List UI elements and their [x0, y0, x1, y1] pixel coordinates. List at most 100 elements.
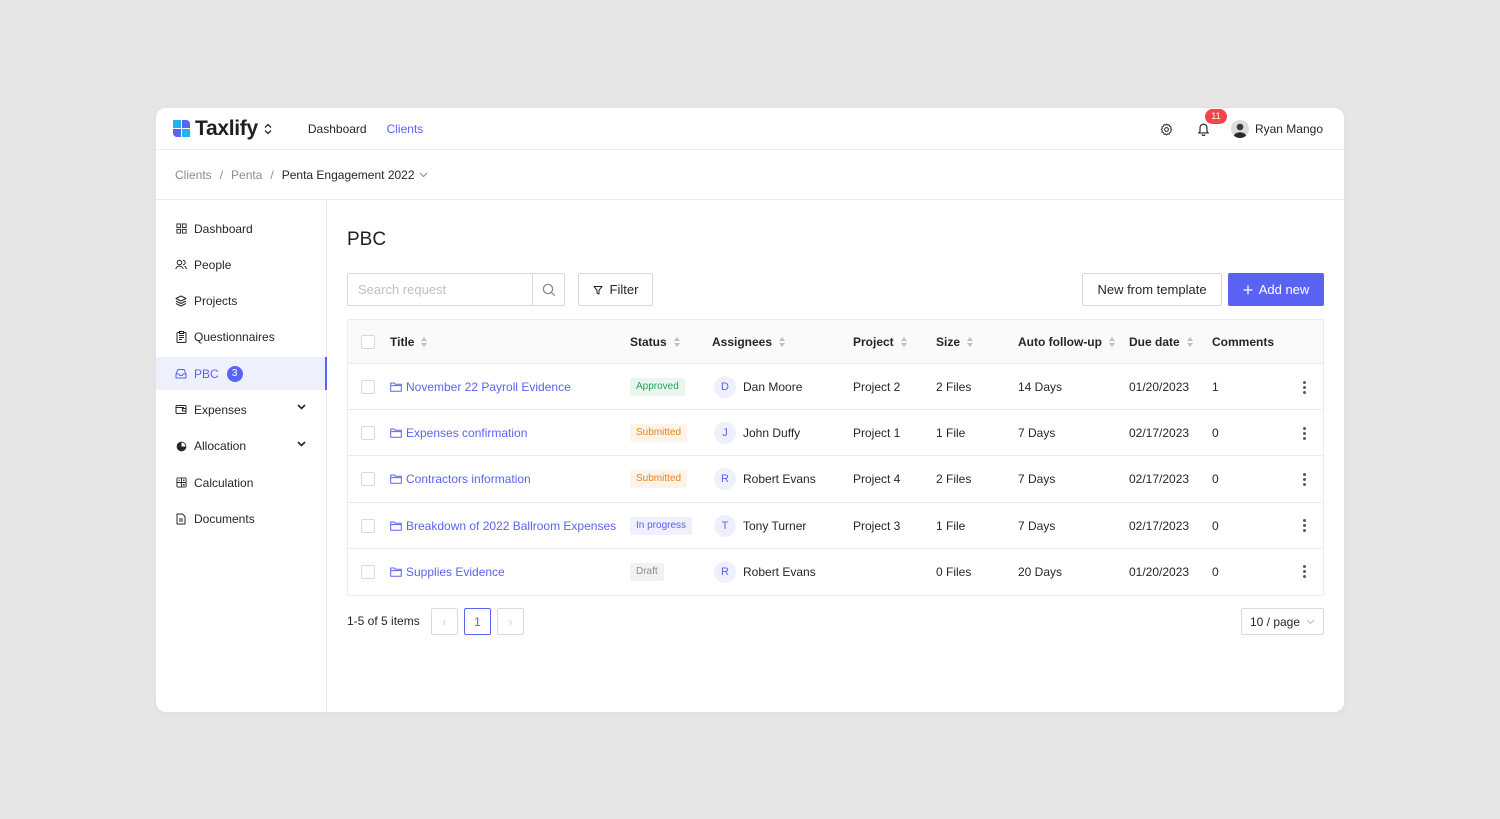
logo[interactable]: Taxlify: [173, 117, 258, 141]
column-label: Comments: [1212, 335, 1275, 349]
column-header-project[interactable]: Project: [853, 320, 907, 364]
column-header-title[interactable]: Title: [390, 320, 428, 364]
filter-label: Filter: [609, 282, 639, 297]
column-header-size[interactable]: Size: [936, 320, 974, 364]
sidebar-item-dashboard[interactable]: Dashboard: [156, 212, 326, 245]
assignee-avatar: D: [714, 376, 736, 398]
row-checkbox[interactable]: [361, 380, 375, 394]
request-title-link[interactable]: Expenses confirmation: [390, 426, 527, 440]
column-label: Due date: [1129, 335, 1180, 349]
table-row[interactable]: November 22 Payroll Evidence Approved D Dan…: [348, 364, 1323, 411]
table-body: November 22 Payroll Evidence Approved D Dan…: [348, 364, 1323, 595]
table-row[interactable]: Contractors information Submitted R Robert …: [348, 456, 1323, 503]
more-vertical-icon[interactable]: [1298, 519, 1310, 533]
select-all-checkbox[interactable]: [361, 335, 375, 349]
column-label: Status: [630, 335, 667, 349]
row-checkbox[interactable]: [361, 426, 375, 441]
settings-gear-icon[interactable]: [1158, 120, 1176, 138]
breadcrumb-penta[interactable]: Penta: [231, 168, 262, 182]
nav-clients[interactable]: Clients: [387, 122, 424, 136]
column-header-due-date[interactable]: Due date: [1129, 320, 1193, 364]
pagination-total: 1-5 of 5 items: [347, 614, 420, 628]
assignee-avatar: T: [714, 514, 736, 537]
row-actions-cell: [1298, 456, 1310, 502]
column-label: Size: [936, 335, 961, 349]
sidebar-item-projects[interactable]: Projects: [156, 285, 326, 318]
pagination-prev-button[interactable]: ‹: [431, 608, 458, 635]
status-badge: In progress: [630, 516, 693, 535]
page-size-select[interactable]: 10 / page: [1241, 608, 1324, 635]
nav-dashboard[interactable]: Dashboard: [308, 122, 367, 136]
column-header-auto-follow-up[interactable]: Auto follow-up: [1018, 320, 1115, 364]
project-cell: Project 1: [853, 426, 901, 441]
comments-cell: 0: [1212, 472, 1219, 487]
pie-icon: [175, 440, 187, 452]
top-bar: Taxlify Dashboard Clients 11 Ryan Mango: [156, 108, 1344, 150]
assignee-name: Tony Turner: [743, 518, 807, 533]
chevron-down-icon[interactable]: [297, 441, 306, 447]
sidebar-item-expenses[interactable]: Expenses: [156, 393, 326, 426]
new-from-template-button[interactable]: New from template: [1082, 273, 1222, 306]
column-label: Assignees: [712, 335, 773, 349]
breadcrumb-clients[interactable]: Clients: [175, 168, 212, 182]
row-checkbox[interactable]: [361, 518, 375, 533]
size-cell: 1 File: [936, 518, 966, 533]
due-date-cell: 02/17/2023: [1129, 472, 1190, 487]
followup-cell: 7 Days: [1018, 518, 1056, 533]
plus-icon: [1243, 285, 1253, 294]
folder-icon: [390, 474, 402, 485]
chevron-down-icon: [419, 172, 427, 177]
request-title-link[interactable]: Supplies Evidence: [390, 565, 505, 579]
comments-cell: 0: [1212, 564, 1219, 579]
status-cell: Draft: [630, 549, 664, 595]
assignee-cell: T Tony Turner: [714, 503, 806, 549]
filter-icon: [593, 285, 603, 294]
sidebar-item-allocation[interactable]: Allocation: [156, 430, 326, 463]
pbc-count-badge: 3: [226, 365, 243, 382]
add-new-label: Add new: [1258, 282, 1310, 297]
more-vertical-icon[interactable]: [1298, 565, 1310, 579]
due-date-cell: 01/20/2023: [1129, 380, 1190, 394]
pagination-next-button[interactable]: ›: [497, 608, 524, 635]
column-header-status[interactable]: Status: [630, 320, 680, 364]
filter-button[interactable]: Filter: [578, 273, 653, 306]
comments-cell: 0: [1212, 426, 1219, 441]
title-cell: Supplies Evidence: [390, 549, 505, 595]
add-new-button[interactable]: Add new: [1228, 273, 1324, 306]
request-title-link[interactable]: November 22 Payroll Evidence: [390, 380, 571, 394]
size-cell: 0 Files: [936, 564, 972, 579]
size-cell: 2 Files: [936, 472, 972, 487]
sidebar-item-calculation[interactable]: Calculation: [156, 466, 326, 499]
chevron-down-icon[interactable]: [297, 404, 306, 411]
sidebar-item-pbc[interactable]: PBC 3: [156, 357, 327, 391]
more-vertical-icon[interactable]: [1298, 472, 1310, 486]
calculator-icon: [175, 477, 187, 489]
title-cell: Expenses confirmation: [390, 410, 527, 456]
table-row[interactable]: Supplies Evidence Draft R Robert Evans 0 Fil…: [348, 549, 1323, 595]
sidebar-item-documents[interactable]: Documents: [156, 502, 326, 535]
search-input[interactable]: [348, 274, 532, 305]
row-checkbox[interactable]: [361, 472, 375, 487]
more-vertical-icon[interactable]: [1298, 380, 1310, 394]
followup-cell: 14 Days: [1018, 380, 1063, 394]
notification-bell-icon[interactable]: 11: [1195, 109, 1227, 138]
more-vertical-icon[interactable]: [1298, 426, 1310, 440]
sidebar-item-people[interactable]: People: [156, 248, 326, 281]
sidebar-item-questionnaires[interactable]: Questionnaires: [156, 321, 326, 354]
status-badge: Approved: [630, 378, 685, 396]
breadcrumb-current-engagement[interactable]: Penta Engagement 2022: [282, 168, 428, 182]
user-menu[interactable]: Ryan Mango: [1230, 120, 1323, 138]
search-button[interactable]: [532, 274, 564, 305]
request-title-link[interactable]: Breakdown of 2022 Ballroom Expenses: [390, 519, 616, 533]
row-checkbox[interactable]: [361, 564, 375, 579]
column-header-assignees[interactable]: Assignees: [712, 320, 786, 364]
pagination-page-1[interactable]: 1: [464, 608, 491, 635]
logo-icon: [173, 119, 191, 138]
table-row[interactable]: Expenses confirmation Submitted J John Duff…: [348, 410, 1323, 457]
workspace-switcher-icon[interactable]: [264, 122, 272, 136]
table-row[interactable]: Breakdown of 2022 Ballroom Expenses In pr…: [348, 503, 1323, 549]
breadcrumb-separator: /: [270, 167, 274, 182]
status-badge: Submitted: [630, 470, 688, 489]
request-title-link[interactable]: Contractors information: [390, 472, 531, 486]
top-nav: Dashboard Clients: [308, 122, 423, 136]
